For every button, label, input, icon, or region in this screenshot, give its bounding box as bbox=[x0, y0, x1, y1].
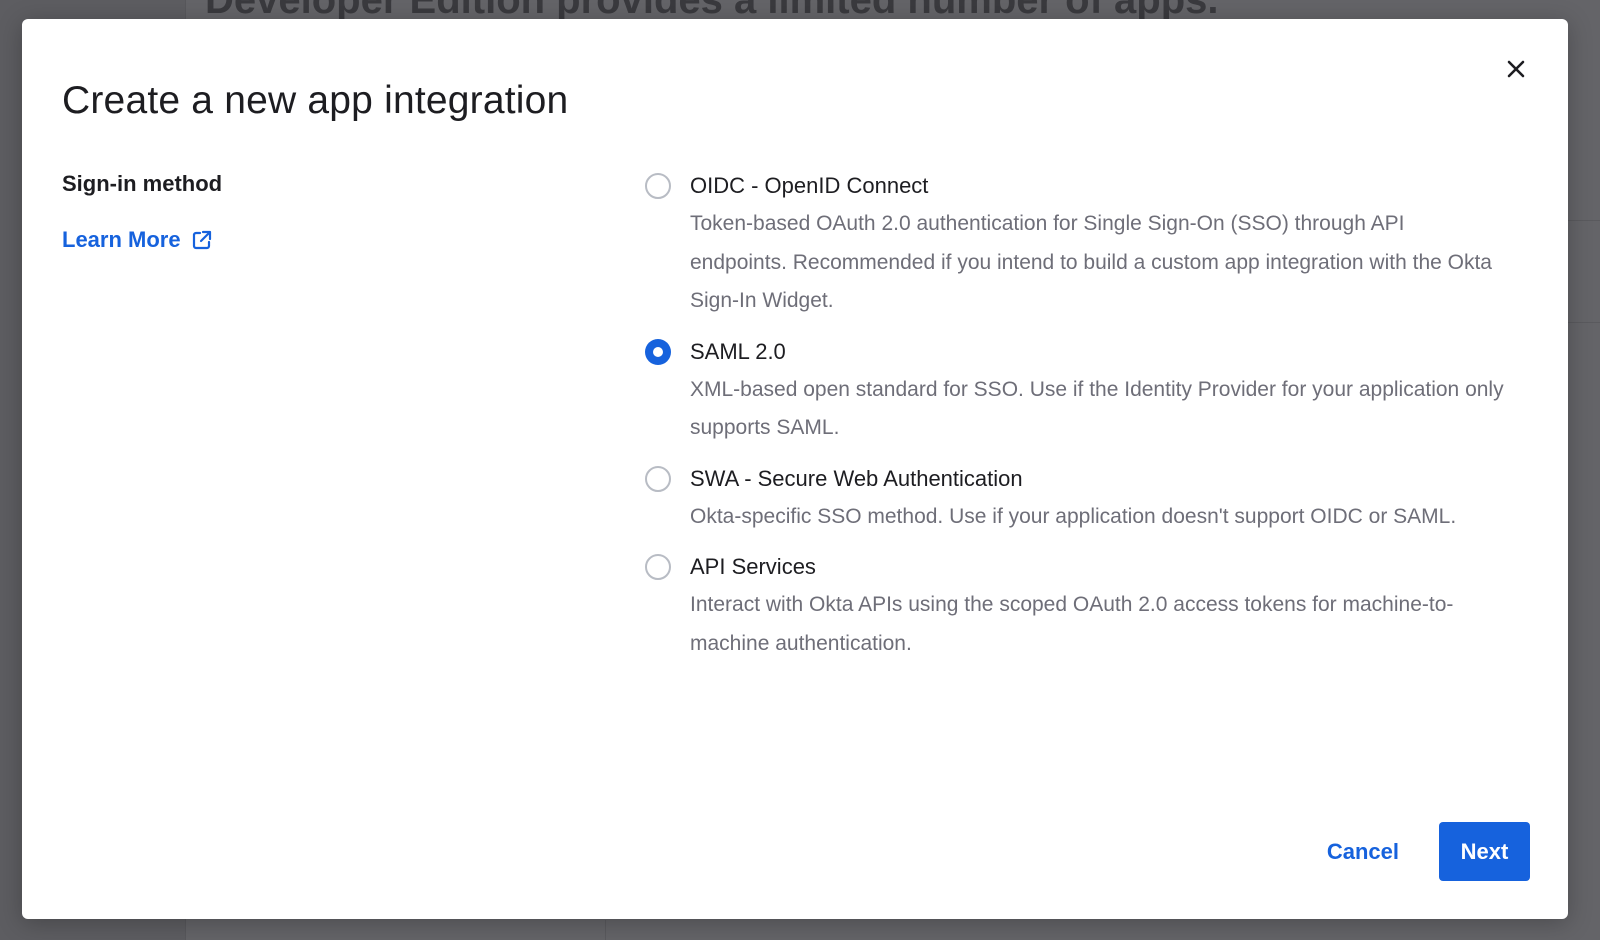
next-button[interactable]: Next bbox=[1439, 822, 1530, 881]
sign-in-method-section: Sign-in method Learn More bbox=[62, 171, 622, 253]
option-label: API Services bbox=[690, 554, 816, 579]
saml-radio[interactable] bbox=[645, 338, 671, 365]
external-link-icon bbox=[192, 230, 211, 250]
learn-more-link[interactable]: Learn More bbox=[62, 227, 213, 253]
oidc-radio[interactable] bbox=[645, 173, 671, 199]
dialog-footer: Cancel Next bbox=[1307, 822, 1530, 881]
option-label: SWA - Secure Web Authentication bbox=[690, 465, 1023, 491]
option-description: Token-based OAuth 2.0 authentication for… bbox=[690, 212, 1492, 312]
option-description: Interact with Okta APIs using the scoped… bbox=[690, 593, 1454, 655]
option-api-services[interactable]: API Services Interact with Okta APIs usi… bbox=[645, 552, 1505, 663]
swa-radio[interactable] bbox=[645, 465, 671, 492]
option-swa[interactable]: SWA - Secure Web Authentication Okta-spe… bbox=[645, 464, 1505, 537]
learn-more-label: Learn More bbox=[62, 227, 181, 252]
sign-in-method-label: Sign-in method bbox=[62, 171, 223, 196]
option-oidc[interactable]: OIDC - OpenID Connect Token-based OAuth … bbox=[645, 171, 1505, 321]
sign-in-method-options: OIDC - OpenID Connect Token-based OAuth … bbox=[645, 171, 1505, 679]
option-label: SAML 2.0 bbox=[690, 338, 786, 364]
background-divider bbox=[605, 920, 606, 940]
option-label: OIDC - OpenID Connect bbox=[690, 173, 929, 198]
cancel-button[interactable]: Cancel bbox=[1307, 839, 1419, 865]
option-saml[interactable]: SAML 2.0 XML-based open standard for SSO… bbox=[645, 337, 1505, 448]
close-button[interactable] bbox=[1504, 57, 1528, 81]
create-app-integration-dialog: Create a new app integration Sign-in met… bbox=[22, 19, 1568, 919]
api-services-radio[interactable] bbox=[645, 554, 671, 580]
option-description: Okta-specific SSO method. Use if your ap… bbox=[690, 504, 1457, 528]
dialog-title: Create a new app integration bbox=[62, 79, 569, 122]
close-icon bbox=[1507, 60, 1525, 78]
option-description: XML-based open standard for SSO. Use if … bbox=[690, 377, 1504, 440]
